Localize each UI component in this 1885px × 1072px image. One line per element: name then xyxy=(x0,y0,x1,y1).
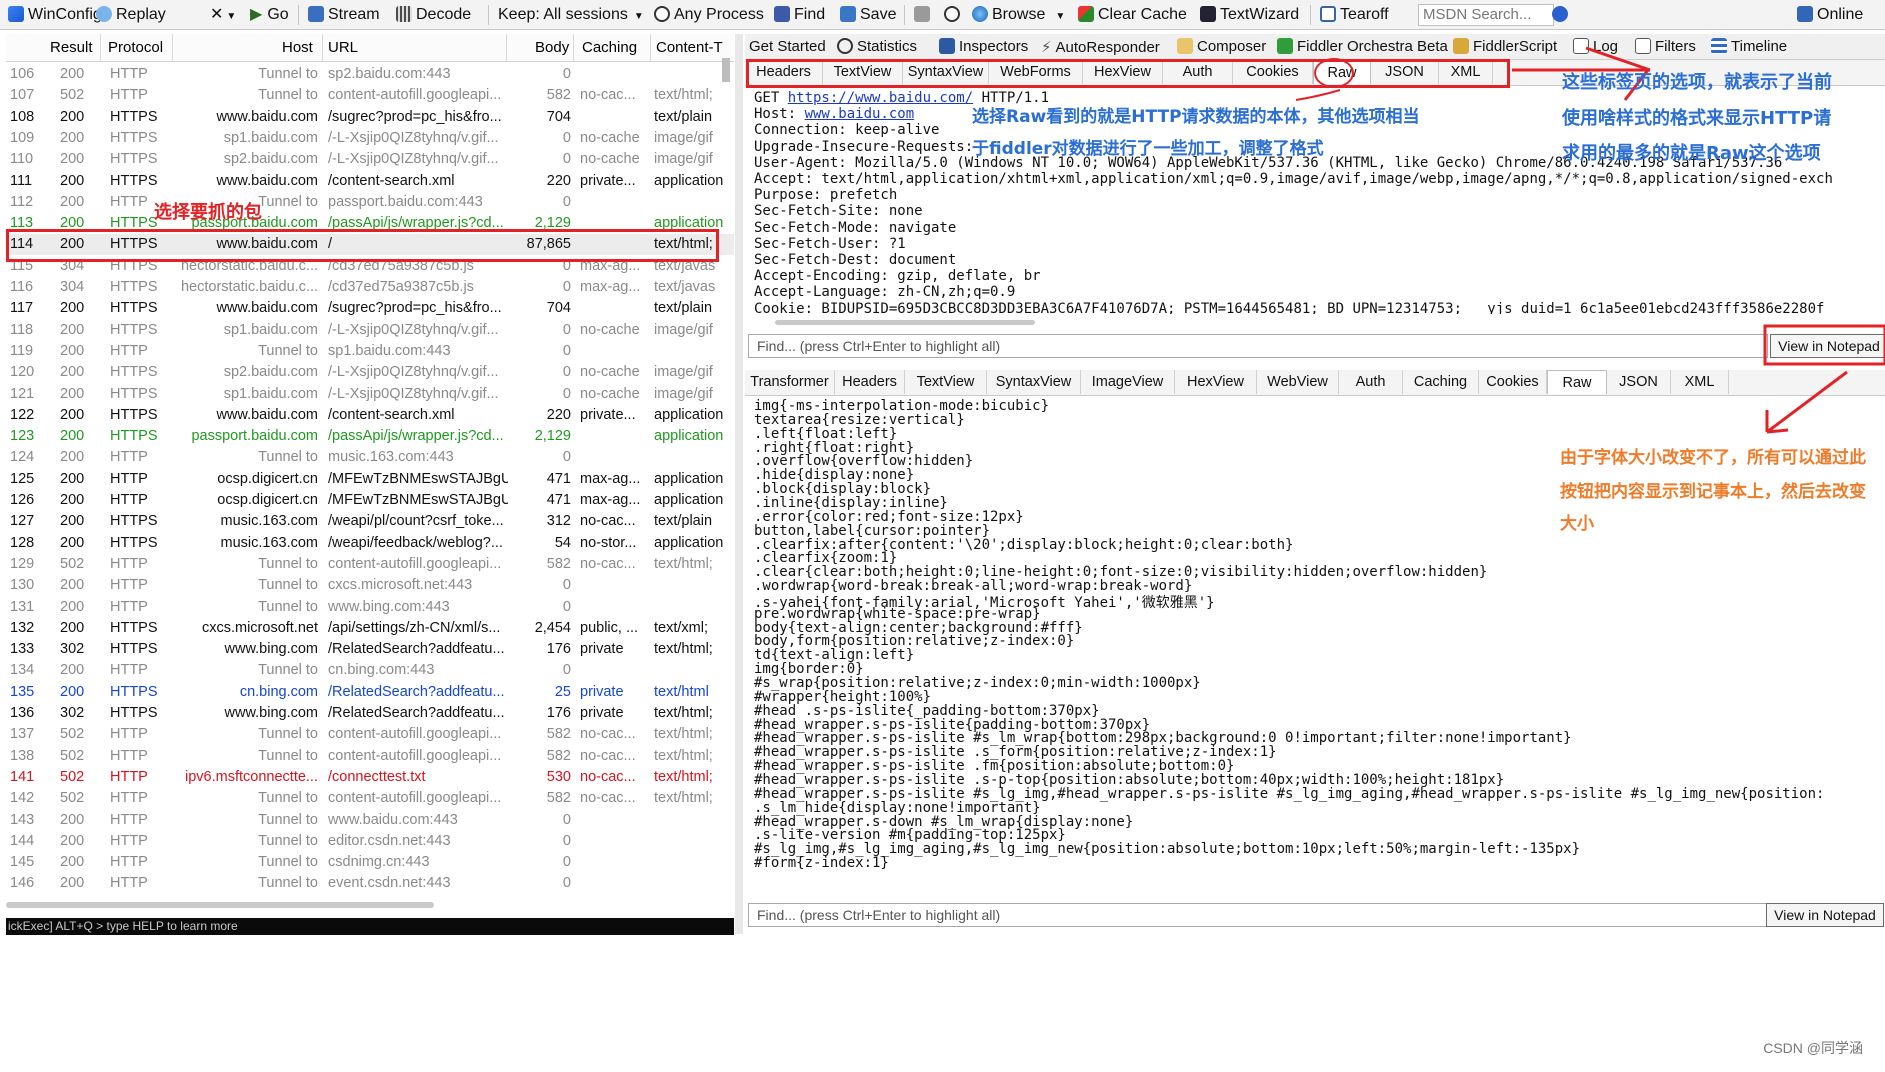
notepad-explanation-line-3: 大小 xyxy=(1560,514,1594,534)
tabs-explanation-line-1: 这些标签页的选项，就表示了当前 xyxy=(1562,72,1832,93)
watermark: CSDN @同学涵 xyxy=(1763,1040,1863,1056)
tabs-explanation-line-3: 求用的最多的就是Raw这个选项 xyxy=(1562,143,1821,164)
raw-explanation-line-1: 选择Raw看到的就是HTTP请求数据的本体，其他选项相当 xyxy=(972,107,1420,127)
notepad-pointer-arrow xyxy=(1765,370,1848,434)
tabs-explanation-line-2: 使用啥样式的格式来显示HTTP请 xyxy=(1562,108,1832,129)
raw-explanation-line-2: 于fiddler对数据进行了一些加工，调整了格式 xyxy=(972,139,1324,159)
notepad-button-highlight-box xyxy=(1763,324,1885,366)
notepad-explanation-line-2: 按钮把内容显示到记事本上，然后去改变 xyxy=(1560,482,1866,502)
notepad-explanation-line-1: 由于字体大小改变不了，所有可以通过此 xyxy=(1560,448,1866,468)
raw-pointer-arrow xyxy=(1295,89,1341,101)
